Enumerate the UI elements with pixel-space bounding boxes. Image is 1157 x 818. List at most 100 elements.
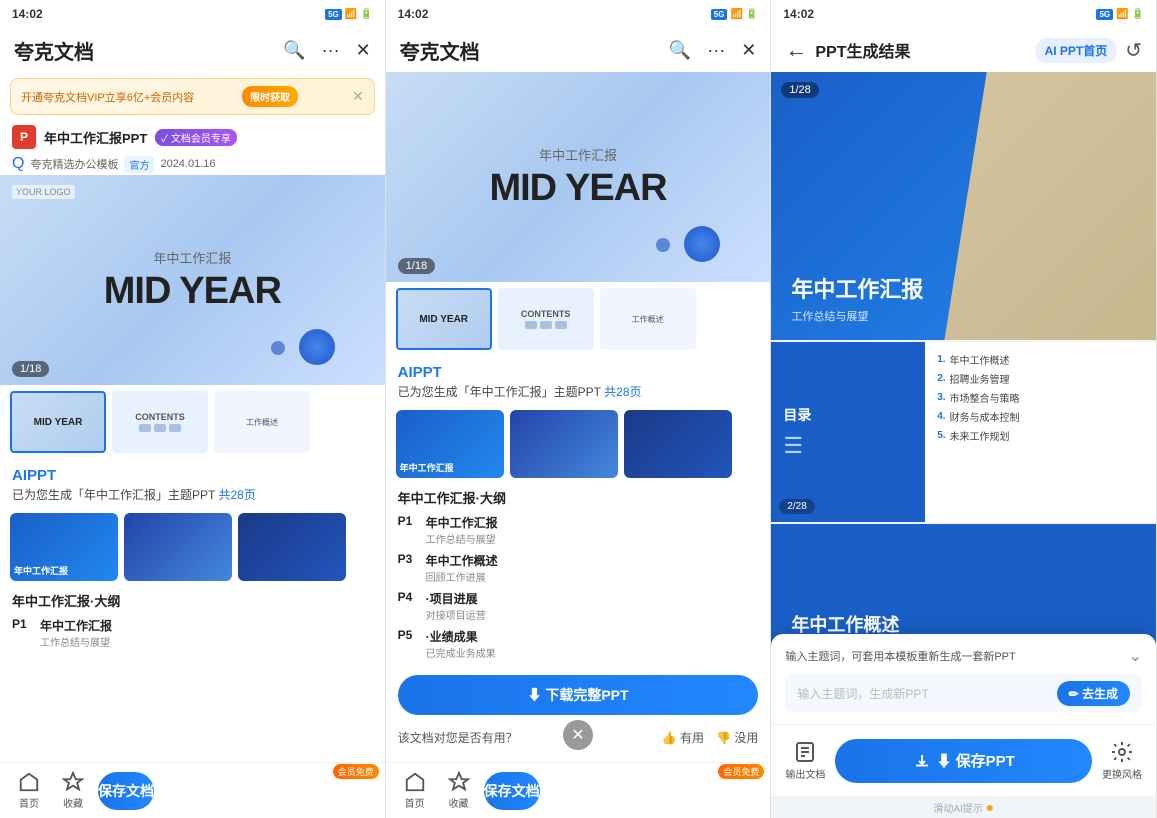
- outline-title-2: 年中工作汇报·大纲: [398, 488, 759, 507]
- app-header-1: 夸克文档 🔍 ··· ✕: [0, 28, 385, 72]
- official-badge-1: 官方: [124, 156, 154, 173]
- result-slide-3-3: 年中工作概述 输入主题词，可套用本模板重新生成一套新PPT ⌄ 输入主题词，生成…: [771, 524, 1156, 724]
- slide-main-bg-1: 年中工作汇报 MID YEAR YOUR LOGO 1/18: [0, 175, 385, 385]
- result-slide-3-2: 目录 ☰ 1. 年中工作概述 2. 招聘业务管理 3. 市场整合与策略 4.: [771, 342, 1156, 522]
- file-source-1: 夸克精选办公模板: [30, 156, 118, 172]
- result-slide-3-1: 1/28 年中工作汇报 工作总结与展望: [771, 72, 1156, 340]
- slide-subtitle-3: 工作总结与展望: [791, 308, 1136, 324]
- catalog-item-3-2: 2. 招聘业务管理: [937, 371, 1144, 386]
- thumb-1-contents[interactable]: CONTENTS: [112, 391, 208, 453]
- outline-section-1: 年中工作汇报·大纲 P1 年中工作汇报工作总结与展望: [0, 587, 385, 656]
- slide-page-badge-2: 1/18: [398, 258, 435, 274]
- save-btn-2[interactable]: 保存文档: [484, 772, 540, 810]
- more-icon-2[interactable]: ···: [707, 40, 725, 61]
- queke-icon-1: Q: [12, 155, 24, 173]
- aippt-section-2: AIPPT 已为您生成「年中工作汇报」主题PPT 共28页: [386, 356, 771, 404]
- slide-2-right-3: 1. 年中工作概述 2. 招聘业务管理 3. 市场整合与策略 4. 财务与成本控…: [925, 342, 1156, 522]
- slide-title-2: 年中工作汇报: [489, 145, 666, 164]
- panel-1: 14:02 5G 📶 🔋 夸克文档 🔍 ··· ✕ 开通夸克文档VIP立享6亿+…: [0, 0, 386, 818]
- file-name-1: 年中工作汇报PPT: [44, 128, 147, 147]
- refresh-icon-3[interactable]: ↺: [1125, 38, 1142, 63]
- thumb-2-contents[interactable]: CONTENTS: [498, 288, 594, 350]
- feedback-useful-2[interactable]: 👍 有用: [662, 729, 704, 746]
- feedback-text-2: 该文档对您是否有用？: [398, 729, 518, 746]
- status-icons-2: 5G 📶 🔋: [711, 9, 759, 20]
- change-style-btn-3[interactable]: 更换风格: [1100, 740, 1144, 781]
- input-field-mock-3[interactable]: 输入主题词，生成新PPT ✏ 去生成: [785, 674, 1142, 712]
- outline-section-2: 年中工作汇报·大纲 P1 年中工作汇报工作总结与展望 P3 年中工作概述回顾工作…: [386, 484, 771, 667]
- ppt-thumb-2-2[interactable]: [510, 410, 618, 478]
- thumb-strip-2: MID YEAR CONTENTS 工作概述: [386, 282, 771, 356]
- save-btn-1[interactable]: 保存文档: [98, 772, 154, 810]
- app-title-2: 夸克文档: [400, 36, 669, 65]
- search-icon-2[interactable]: 🔍: [669, 40, 691, 61]
- catalog-item-3-5: 5. 未来工作规划: [937, 428, 1144, 443]
- aippt-label-2: AIPPT: [398, 364, 759, 381]
- result-bottom-hint-3: 滑动AI提示 ●: [771, 796, 1156, 818]
- outline-title-1: 年中工作汇报·大纲: [12, 591, 373, 610]
- promo-banner-1: 开通夸克文档VIP立享6亿+会员内容 限时获取 ✕: [10, 78, 375, 115]
- slide-main-title-3: 年中工作汇报: [791, 272, 1136, 304]
- dropdown-arrow-3[interactable]: ⌄: [1129, 646, 1142, 666]
- edit-doc-btn-3[interactable]: 输出文档: [783, 740, 827, 781]
- home-btn-2[interactable]: 首页: [396, 767, 434, 814]
- ppt-thumb-1-2[interactable]: [124, 513, 232, 581]
- status-bar-2: 14:02 5G 📶 🔋: [386, 0, 771, 28]
- thumb-2-mid-year[interactable]: MID YEAR: [396, 288, 492, 350]
- ppt-thumb-1-3[interactable]: [238, 513, 346, 581]
- vip-free-badge-1: 会员免费: [333, 764, 379, 779]
- status-icons-3: 5G 📶 🔋: [1096, 9, 1144, 20]
- ppt-thumb-2-1[interactable]: 年中工作汇报: [396, 410, 504, 478]
- ppt-thumb-2-3[interactable]: [624, 410, 732, 478]
- slide-preview-2: 年中工作汇报 MID YEAR 1/18: [386, 72, 771, 282]
- battery-icon-3: 🔋: [1132, 9, 1144, 20]
- ppt-thumb-1-1[interactable]: 年中工作汇报: [10, 513, 118, 581]
- app-header-3: ← PPT生成结果 AI PPT首页 ↺: [771, 28, 1156, 72]
- promo-btn-1[interactable]: 限时获取: [242, 86, 298, 107]
- back-btn-3[interactable]: ←: [785, 37, 807, 63]
- generate-btn-3[interactable]: ✏ 去生成: [1057, 681, 1130, 706]
- collect-btn-2[interactable]: 收藏: [440, 767, 478, 814]
- promo-close-1[interactable]: ✕: [352, 88, 364, 105]
- thumb-1-work[interactable]: 工作概述: [214, 391, 310, 453]
- close-icon-2[interactable]: ✕: [741, 40, 756, 61]
- close-float-2[interactable]: ✕: [563, 720, 593, 750]
- network-icon-2: 5G: [711, 9, 728, 20]
- ppt-gallery-1: 年中工作汇报: [0, 507, 385, 587]
- network-icon-3: 5G: [1096, 9, 1113, 20]
- wifi-icon-1: 📶: [345, 9, 357, 20]
- outline-item-1-1: P1 年中工作汇报工作总结与展望: [12, 614, 373, 652]
- slide-page-badge-1: 1/18: [12, 361, 49, 377]
- thumb-1-mid-year[interactable]: MID YEAR: [10, 391, 106, 453]
- input-overlay-3: 输入主题词，可套用本模板重新生成一套新PPT ⌄ 输入主题词，生成新PPT ✏ …: [771, 634, 1156, 724]
- more-icon-1[interactable]: ···: [322, 40, 340, 61]
- download-btn-2[interactable]: ⬇ 下载完整PPT: [398, 675, 759, 715]
- download-btn-wrap-2: ⬇ 下载完整PPT: [386, 667, 771, 723]
- slide-main-bg-2: 年中工作汇报 MID YEAR 1/18: [386, 72, 771, 282]
- feedback-useless-2[interactable]: 👎 没用: [716, 729, 758, 746]
- wifi-icon-3: 📶: [1116, 9, 1128, 20]
- bottom-toolbar-2: 首页 收藏 保存文档 会员免费: [386, 762, 771, 818]
- collect-btn-1[interactable]: 收藏: [54, 767, 92, 814]
- save-btn-wrap-1: 保存文档 会员免费: [98, 772, 375, 810]
- status-icons-1: 5G 📶 🔋: [325, 9, 373, 20]
- outline-item-2-1: P1 年中工作汇报工作总结与展望: [398, 511, 759, 549]
- ai-home-btn-3[interactable]: AI PPT首页: [1035, 38, 1118, 63]
- catalog-item-3-3: 3. 市场整合与策略: [937, 390, 1144, 405]
- app-header-2: 夸克文档 🔍 ··· ✕: [386, 28, 771, 72]
- bottom-toolbar-1: 首页 收藏 保存文档 会员免费: [0, 762, 385, 818]
- search-icon-1[interactable]: 🔍: [283, 40, 305, 61]
- outline-item-2-4: P5 ·业绩成果已完成业务成果: [398, 625, 759, 663]
- close-icon-1[interactable]: ✕: [356, 40, 371, 61]
- home-btn-1[interactable]: 首页: [10, 767, 48, 814]
- catalog-title-3: 目录: [783, 405, 913, 425]
- battery-icon-2: 🔋: [746, 9, 758, 20]
- header-icons-1: 🔍 ··· ✕: [283, 40, 371, 61]
- catalog-item-3-4: 4. 财务与成本控制: [937, 409, 1144, 424]
- save-ppt-btn-3[interactable]: ⬇ 保存PPT: [835, 739, 1092, 783]
- file-info-row-1: P 年中工作汇报PPT ✓ 文档会员专享: [0, 121, 385, 153]
- input-placeholder-3: 输入主题词，生成新PPT: [797, 685, 1048, 702]
- thumb-2-work[interactable]: 工作概述: [600, 288, 696, 350]
- input-overlay-desc-3: 输入主题词，可套用本模板重新生成一套新PPT: [785, 648, 1015, 664]
- network-icon-1: 5G: [325, 9, 342, 20]
